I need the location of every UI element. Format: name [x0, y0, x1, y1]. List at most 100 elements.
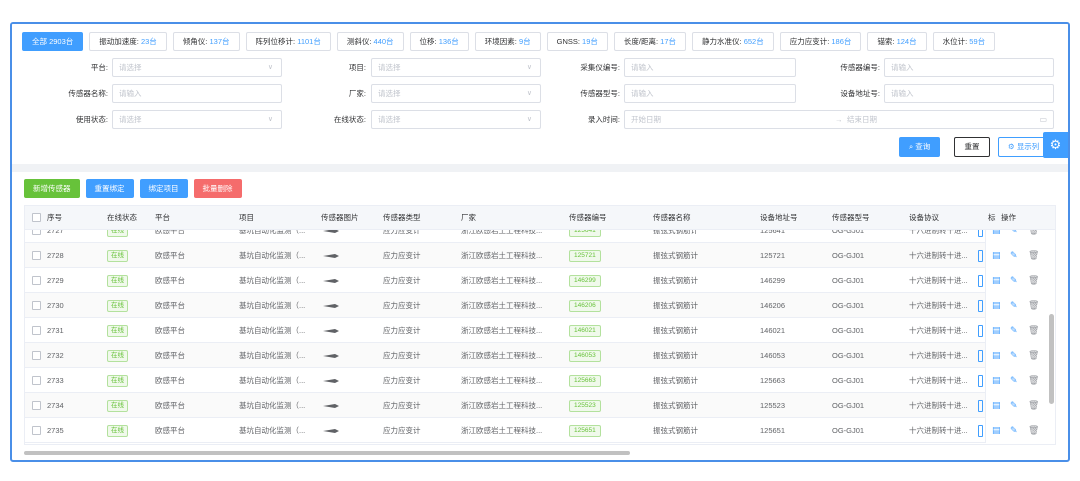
edit-icon[interactable]: ✎ [1010, 368, 1018, 393]
vendor-select[interactable]: 请选择 ∨ [371, 84, 541, 103]
detail-icon[interactable]: ▤ [992, 318, 1001, 343]
row-checkbox[interactable] [32, 376, 41, 385]
table-row[interactable]: 2730 欧感平台 基坑自动化监测（... 应力应变计 浙江欧感岩土工程科技... 振弦式… [25, 293, 1055, 318]
horizontal-scrollbar[interactable] [24, 451, 630, 455]
table-row[interactable]: 2727 欧感平台 基坑自动化监测（... 应力应变计 浙江欧感岩土工程科技... 振弦式… [25, 230, 1055, 243]
table-row[interactable]: 2731 欧感平台 基坑自动化监测（... 应力应变计 浙江欧感岩土工程科技... 振弦式… [25, 318, 1055, 343]
sensor-image[interactable] [323, 277, 339, 283]
row-checkbox[interactable] [32, 251, 41, 260]
table-row[interactable]: 2735 欧感平台 基坑自动化监测（... 应力应变计 浙江欧感岩土工程科技... 振弦式… [25, 418, 1055, 443]
detail-icon[interactable]: ▤ [992, 418, 1001, 443]
tab-sensor-type[interactable]: 倾角仪: 137台 [172, 32, 240, 51]
online-status-select[interactable]: 请选择 ∨ [371, 110, 541, 129]
edit-icon[interactable]: ✎ [1010, 318, 1018, 343]
row-checkbox[interactable] [32, 326, 41, 335]
table-row[interactable]: 2728 欧感平台 基坑自动化监测（... 应力应变计 浙江欧感岩土工程科技... 振弦式… [25, 243, 1055, 268]
rebind-button[interactable]: 重置绑定 [85, 179, 134, 198]
tab-sensor-type[interactable]: 环境因素: 9台 [474, 32, 541, 51]
sensor-image[interactable] [323, 402, 339, 408]
row-checkbox[interactable] [32, 426, 41, 435]
cell-type: 应力应变计 [383, 376, 421, 385]
tab-sensor-type[interactable]: 静力水准仪: 652台 [692, 32, 774, 51]
tab-sensor-type[interactable]: 水位计: 59台 [932, 32, 996, 51]
use-status-select[interactable]: 请选择 ∨ [112, 110, 282, 129]
entry-date-range[interactable]: 开始日期 → 结束日期 ▭ [624, 110, 1054, 129]
detail-icon[interactable]: ▤ [992, 243, 1001, 268]
detail-icon[interactable]: ▤ [992, 393, 1001, 418]
sensor-no-input[interactable]: 请输入 [884, 58, 1054, 77]
sensor-image[interactable] [323, 327, 339, 333]
table-row[interactable]: 2729 欧感平台 基坑自动化监测（... 应力应变计 浙江欧感岩土工程科技... 振弦式… [25, 268, 1055, 293]
status-badge: 在线 [107, 325, 128, 337]
trash-icon[interactable]: 🗑 [1028, 268, 1039, 293]
query-button[interactable]: ⌕ 查询 [899, 137, 941, 157]
cell-seq: 2732 [47, 351, 64, 360]
detail-icon[interactable]: ▤ [992, 343, 1001, 368]
platform-select[interactable]: 请选择 ∨ [112, 58, 282, 77]
cell-addr: 125721 [760, 251, 786, 260]
trash-icon[interactable]: 🗑 [1028, 318, 1039, 343]
table-body[interactable]: 2727 欧感平台 基坑自动化监测（... 应力应变计 浙江欧感岩土工程科技... 振弦式… [25, 230, 1055, 444]
tab-sensor-type[interactable]: 全部 2903台 [22, 32, 84, 51]
tab-sensor-type[interactable]: 阵列位移计: 1101台 [245, 32, 331, 51]
trash-icon[interactable]: 🗑 [1028, 343, 1039, 368]
sensor-image[interactable] [323, 427, 339, 433]
tab-sensor-type[interactable]: GNSS: 19台 [546, 32, 608, 51]
table-row[interactable]: 2733 欧感平台 基坑自动化监测（... 应力应变计 浙江欧感岩土工程科技... 振弦式… [25, 368, 1055, 393]
tab-sensor-type[interactable]: 位移: 136台 [409, 32, 469, 51]
tab-sensor-type[interactable]: 测斜仪: 440台 [336, 32, 404, 51]
sensor-image[interactable] [323, 377, 339, 383]
trash-icon[interactable]: 🗑 [1028, 368, 1039, 393]
edit-icon[interactable]: ✎ [1010, 293, 1018, 318]
row-checkbox[interactable] [32, 301, 41, 310]
add-sensor-button[interactable]: 新增传感器 [24, 179, 80, 198]
end-date[interactable]: 结束日期 [847, 111, 877, 128]
vertical-scrollbar[interactable] [1049, 314, 1054, 404]
reset-button[interactable]: 重置 [954, 137, 990, 157]
model-input[interactable]: 请输入 [624, 84, 796, 103]
edit-icon[interactable]: ✎ [1010, 230, 1018, 243]
row-checkbox[interactable] [32, 401, 41, 410]
tab-sensor-type[interactable]: 应力应变计: 186台 [779, 32, 862, 51]
row-checkbox[interactable] [32, 351, 41, 360]
sensor-image[interactable] [323, 352, 339, 358]
cell-type: 应力应变计 [383, 301, 421, 310]
cell-addr: 146299 [760, 276, 786, 285]
calendar-icon: ▭ [1039, 115, 1047, 124]
tab-sensor-type[interactable]: 锚索: 124台 [867, 32, 927, 51]
edit-icon[interactable]: ✎ [1010, 343, 1018, 368]
project-select[interactable]: 请选择 ∨ [371, 58, 541, 77]
bind-project-button[interactable]: 绑定项目 [139, 179, 188, 198]
edit-icon[interactable]: ✎ [1010, 268, 1018, 293]
sensor-image[interactable] [323, 230, 339, 233]
detail-icon[interactable]: ▤ [992, 293, 1001, 318]
trash-icon[interactable]: 🗑 [1028, 393, 1039, 418]
use-status-label: 使用状态: [75, 115, 108, 124]
table-row[interactable]: 2734 欧感平台 基坑自动化监测（... 应力应变计 浙江欧感岩土工程科技... 振弦式… [25, 393, 1055, 418]
start-date[interactable]: 开始日期 [631, 115, 661, 124]
tab-sensor-type[interactable]: 振动加速度: 23台 [89, 32, 167, 51]
trash-icon[interactable]: 🗑 [1028, 293, 1039, 318]
address-input[interactable]: 请输入 [884, 84, 1054, 103]
trash-icon[interactable]: 🗑 [1028, 418, 1039, 443]
detail-icon[interactable]: ▤ [992, 268, 1001, 293]
tab-label: 锚索: [877, 37, 895, 46]
table-row[interactable]: 2732 欧感平台 基坑自动化监测（... 应力应变计 浙江欧感岩土工程科技... 振弦式… [25, 343, 1055, 368]
detail-icon[interactable]: ▤ [992, 368, 1001, 393]
collector-input[interactable]: 请输入 [624, 58, 796, 77]
row-checkbox[interactable] [32, 276, 41, 285]
sensor-name-input[interactable]: 请输入 [112, 84, 282, 103]
sensor-image[interactable] [323, 302, 339, 308]
detail-icon[interactable]: ▤ [992, 230, 1001, 243]
edit-icon[interactable]: ✎ [1010, 393, 1018, 418]
edit-icon[interactable]: ✎ [1010, 243, 1018, 268]
trash-icon[interactable]: 🗑 [1028, 243, 1039, 268]
batch-delete-button[interactable]: 批量删除 [193, 179, 242, 198]
row-checkbox[interactable] [32, 230, 41, 235]
settings-gear-icon[interactable]: ⚙ [1043, 132, 1068, 158]
trash-icon[interactable]: 🗑 [1028, 230, 1039, 243]
select-all-checkbox[interactable] [32, 213, 41, 222]
tab-sensor-type[interactable]: 长度/距离: 17台 [613, 32, 686, 51]
edit-icon[interactable]: ✎ [1010, 418, 1018, 443]
sensor-image[interactable] [323, 252, 339, 258]
